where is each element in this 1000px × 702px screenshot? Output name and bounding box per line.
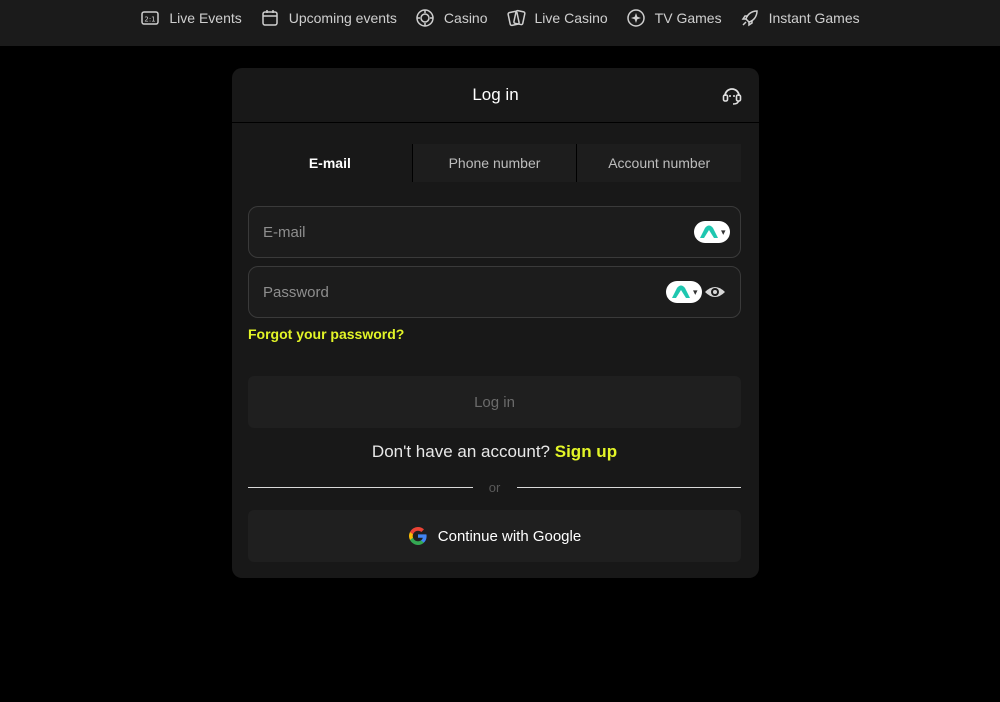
login-button[interactable]: Log in [248,376,741,428]
signup-prompt-text: Don't have an account? [371,442,551,461]
email-input[interactable] [263,223,643,241]
login-method-tabs: E-mail Phone number Account number [248,144,742,182]
support-headset-icon[interactable] [721,84,743,106]
password-input[interactable] [263,283,643,301]
modal-title: Log in [472,85,519,104]
chip-icon [416,9,434,27]
nav-label: Upcoming events [288,10,397,26]
password-manager-icon [700,225,718,238]
eye-icon[interactable] [704,283,726,301]
nav-label: Casino [443,10,488,26]
chevron-down-icon: ▾ [693,286,698,297]
nav-item-instant-games[interactable]: Instant Games [740,8,860,28]
nav-item-tv-games[interactable]: TV Games [626,8,722,28]
nav-label: TV Games [654,10,722,26]
nav-label: Instant Games [768,10,860,26]
google-icon [408,527,427,545]
email-field-wrapper: ▾ [248,206,741,258]
chevron-down-icon: ▾ [721,226,726,237]
continue-with-google-button[interactable]: Continue with Google [248,510,741,562]
nav-item-live-casino[interactable]: Live Casino [506,8,608,28]
top-navigation: 2:1 Live Events Upcoming events Casino L… [0,0,1000,46]
password-field-wrapper: ▾ [248,266,741,318]
tab-email[interactable]: E-mail [248,144,412,182]
cards-icon [506,9,526,27]
modal-header: Log in [232,68,759,123]
divider-line-right [516,486,741,488]
nav-item-upcoming-events[interactable]: Upcoming events [260,8,397,28]
tab-phone-number[interactable]: Phone number [411,144,577,182]
signup-link[interactable]: Sign up [555,442,617,461]
nav-item-live-events[interactable]: 2:1 Live Events [140,8,242,28]
nav-label: Live Casino [534,10,608,26]
signup-prompt: Don't have an account? Sign up [248,442,741,462]
tab-account-number[interactable]: Account number [576,144,742,182]
password-manager-icon [672,285,690,298]
nav-label: Live Events [169,10,242,26]
rocket-icon [741,10,758,27]
divider-line-left [248,486,473,488]
or-divider: or [248,478,741,496]
password-manager-badge[interactable]: ▾ [666,281,702,303]
password-manager-badge[interactable]: ▾ [694,221,730,243]
scoreboard-icon: 2:1 [141,11,160,25]
nav-item-casino[interactable]: Casino [415,8,488,28]
calendar-icon [262,10,278,26]
sparkle-icon [626,9,645,27]
forgot-password-link[interactable]: Forgot your password? [248,326,404,342]
divider-label: or [488,479,501,495]
google-button-label: Continue with Google [437,527,582,545]
svg-text:2:1: 2:1 [145,16,156,24]
